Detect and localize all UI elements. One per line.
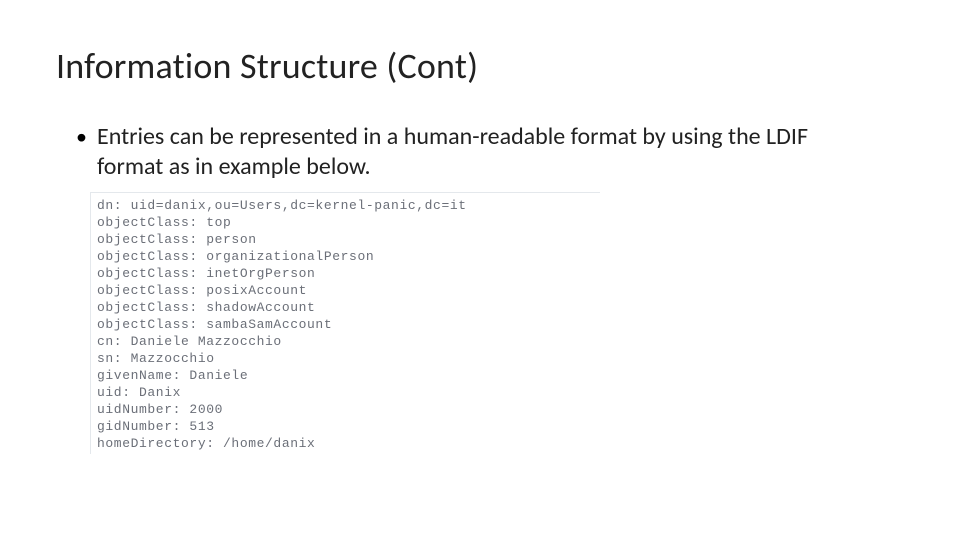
code-line: sn: Mazzocchio (97, 350, 594, 367)
code-line: objectClass: sambaSamAccount (97, 316, 594, 333)
code-line: objectClass: organizationalPerson (97, 248, 594, 265)
code-line: cn: Daniele Mazzocchio (97, 333, 594, 350)
code-line: uid: Danix (97, 384, 594, 401)
slide-title: Information Structure (Cont) (56, 44, 904, 88)
code-line: uidNumber: 2000 (97, 401, 594, 418)
slide: Information Structure (Cont) • Entries c… (0, 0, 960, 540)
code-line: objectClass: top (97, 214, 594, 231)
code-line: givenName: Daniele (97, 367, 594, 384)
bullet-dot-icon: • (76, 122, 87, 152)
ldif-code-block: dn: uid=danix,ou=Users,dc=kernel-panic,d… (90, 192, 600, 454)
code-line: objectClass: posixAccount (97, 282, 594, 299)
code-line: objectClass: inetOrgPerson (97, 265, 594, 282)
code-line: objectClass: person (97, 231, 594, 248)
bullet-text: Entries can be represented in a human-re… (97, 122, 877, 182)
code-line: gidNumber: 513 (97, 418, 594, 435)
code-line: dn: uid=danix,ou=Users,dc=kernel-panic,d… (97, 197, 594, 214)
code-line: homeDirectory: /home/danix (97, 435, 594, 452)
bullet-item: • Entries can be represented in a human-… (56, 122, 904, 182)
code-line: objectClass: shadowAccount (97, 299, 594, 316)
